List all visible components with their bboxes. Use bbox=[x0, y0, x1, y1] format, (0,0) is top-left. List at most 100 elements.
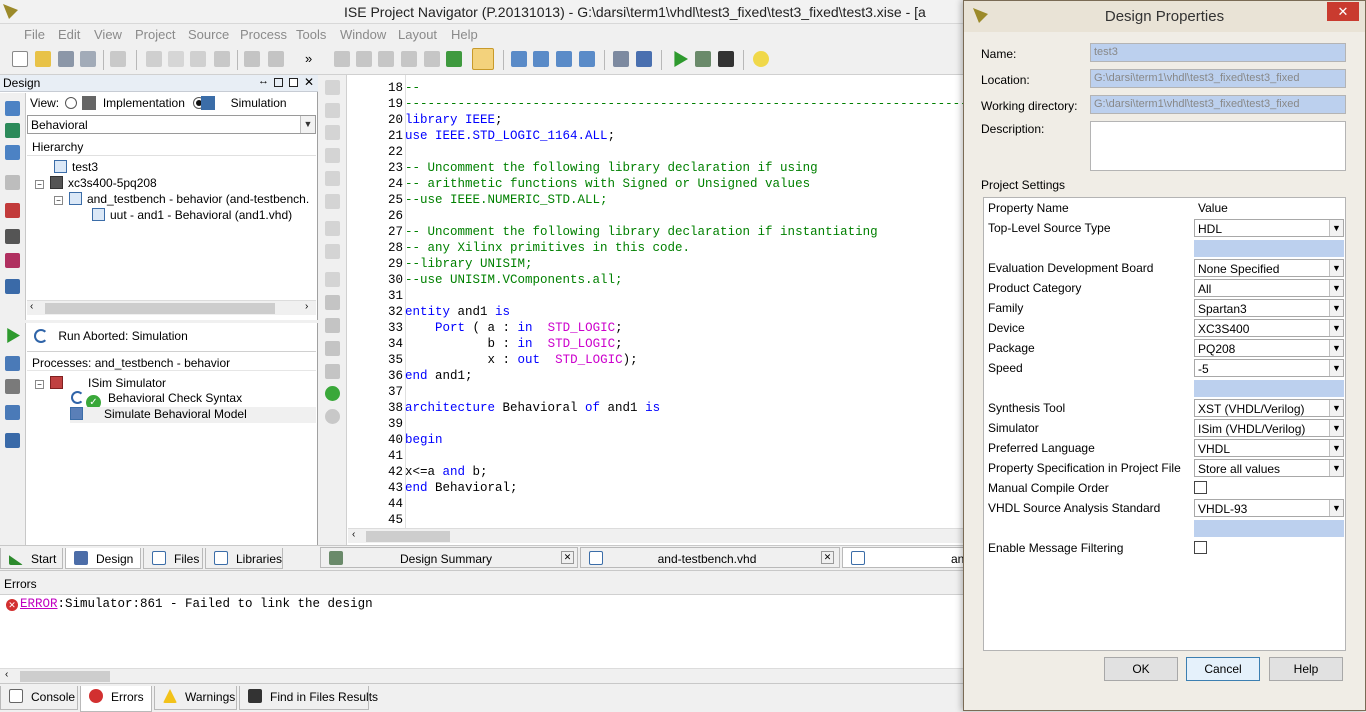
editor-tool-icon[interactable] bbox=[325, 125, 340, 140]
chevron-down-icon[interactable]: ▼ bbox=[1329, 300, 1343, 316]
tools-icon[interactable] bbox=[325, 318, 340, 333]
zoom-in-icon[interactable] bbox=[334, 51, 350, 67]
property-value-empty[interactable] bbox=[1194, 240, 1344, 257]
property-checkbox[interactable] bbox=[1194, 481, 1207, 494]
save-icon[interactable] bbox=[58, 51, 74, 67]
menu-source[interactable]: Source bbox=[188, 27, 229, 42]
property-value-empty[interactable] bbox=[1194, 520, 1344, 537]
chevron-down-icon[interactable]: ▼ bbox=[1329, 260, 1343, 276]
properties-icon[interactable] bbox=[613, 51, 629, 67]
menu-project[interactable]: Project bbox=[135, 27, 175, 42]
chevron-down-icon[interactable]: ▼ bbox=[1329, 220, 1343, 236]
menu-file[interactable]: File bbox=[24, 27, 45, 42]
tools-icon[interactable] bbox=[325, 295, 340, 310]
editor-tool-icon[interactable] bbox=[325, 148, 340, 163]
hierarchy-icon[interactable] bbox=[5, 175, 20, 190]
tab-libraries[interactable]: Libraries bbox=[205, 548, 283, 569]
property-value-combo[interactable]: XST (VHDL/Verilog) ▼ bbox=[1194, 399, 1344, 417]
description-field[interactable] bbox=[1090, 121, 1346, 171]
menu-tools[interactable]: Tools bbox=[296, 27, 326, 42]
process-icon[interactable] bbox=[5, 379, 20, 394]
editor-tool-icon[interactable] bbox=[325, 194, 340, 209]
add-copy-icon[interactable] bbox=[5, 145, 20, 160]
window-icon[interactable] bbox=[579, 51, 595, 67]
scroll-thumb[interactable] bbox=[366, 531, 450, 542]
copy-icon[interactable] bbox=[168, 51, 184, 67]
paste-icon[interactable] bbox=[190, 51, 206, 67]
help-button[interactable]: Help bbox=[1269, 657, 1343, 681]
save-all-icon[interactable] bbox=[80, 51, 96, 67]
tab-design[interactable]: Design bbox=[65, 548, 141, 569]
tab-and1[interactable]: an bbox=[842, 547, 965, 568]
lightbulb-icon[interactable] bbox=[753, 51, 769, 67]
property-row[interactable]: Family Spartan3 ▼ bbox=[984, 298, 1345, 318]
name-field[interactable]: test3 bbox=[1090, 43, 1346, 62]
help-cursor-icon[interactable] bbox=[636, 51, 652, 67]
property-row[interactable]: Package PQ208 ▼ bbox=[984, 338, 1345, 358]
errors-hscrollbar[interactable]: ‹ bbox=[0, 668, 965, 683]
collapse-icon[interactable]: − bbox=[35, 380, 44, 389]
open-folder-icon[interactable] bbox=[35, 51, 51, 67]
property-row[interactable]: Top-Level Source Type HDL ▼ bbox=[984, 218, 1345, 238]
editor-tool-icon[interactable] bbox=[325, 272, 340, 287]
property-value-combo[interactable]: VHDL-93 ▼ bbox=[1194, 499, 1344, 517]
property-value-combo[interactable]: Store all values ▼ bbox=[1194, 459, 1344, 477]
scroll-left-icon[interactable]: ‹ bbox=[30, 301, 33, 312]
scroll-left-icon[interactable]: ‹ bbox=[352, 529, 355, 540]
tab-design-summary[interactable]: Design Summary ✕ bbox=[320, 547, 578, 568]
cascade-windows-icon[interactable] bbox=[511, 51, 527, 67]
chevron-down-icon[interactable]: ▼ bbox=[1329, 340, 1343, 356]
property-value-empty[interactable] bbox=[1194, 380, 1344, 397]
hierarchy-hscrollbar[interactable]: ‹ › bbox=[27, 300, 316, 315]
panel-icon[interactable] bbox=[5, 279, 20, 294]
chevron-down-icon[interactable]: ▼ bbox=[1329, 500, 1343, 516]
toolbar-overflow-icon[interactable]: » bbox=[305, 51, 312, 66]
panel-close-icon[interactable]: ✕ bbox=[304, 75, 314, 89]
cancel-button[interactable]: Cancel bbox=[1186, 657, 1260, 681]
new-file-icon[interactable] bbox=[12, 51, 28, 67]
location-field[interactable]: G:\darsi\term1\vhdl\test3_fixed\test3_fi… bbox=[1090, 69, 1346, 88]
chip-icon[interactable] bbox=[5, 229, 20, 244]
view-properties-icon[interactable] bbox=[5, 101, 20, 116]
editor-tool-icon[interactable] bbox=[325, 244, 340, 259]
process-isim[interactable]: − ISim Simulator bbox=[35, 376, 166, 390]
chevron-down-icon[interactable]: ▼ bbox=[1329, 420, 1343, 436]
chevron-down-icon[interactable]: ▼ bbox=[300, 116, 315, 133]
property-value-combo[interactable]: -5 ▼ bbox=[1194, 359, 1344, 377]
tile-vertical-icon[interactable] bbox=[556, 51, 572, 67]
forward-arrow-icon[interactable] bbox=[325, 409, 340, 424]
sigma-icon[interactable] bbox=[695, 51, 711, 67]
simulation-label[interactable]: Simulation bbox=[231, 96, 287, 110]
tab-start[interactable]: Start bbox=[0, 548, 63, 569]
menu-view[interactable]: View bbox=[94, 27, 122, 42]
run-process-icon[interactable] bbox=[7, 328, 20, 343]
error-link[interactable]: ERROR bbox=[20, 597, 58, 611]
tree-item-device[interactable]: − xc3s400-5pq208 bbox=[35, 176, 157, 190]
chevron-down-icon[interactable]: ▼ bbox=[1329, 360, 1343, 376]
property-row[interactable]: Simulator ISim (VHDL/Verilog) ▼ bbox=[984, 418, 1345, 438]
editor-tool-icon[interactable] bbox=[325, 221, 340, 236]
property-row[interactable]: Preferred Language VHDL ▼ bbox=[984, 438, 1345, 458]
tools-icon[interactable] bbox=[325, 364, 340, 379]
scroll-thumb[interactable] bbox=[45, 303, 275, 314]
chevron-down-icon[interactable]: ▼ bbox=[1329, 320, 1343, 336]
scroll-right-icon[interactable]: › bbox=[305, 301, 308, 312]
open-file-icon[interactable] bbox=[5, 203, 20, 218]
dialog-close-button[interactable]: ✕ bbox=[1327, 2, 1359, 21]
menu-layout[interactable]: Layout bbox=[398, 27, 437, 42]
add-source-icon[interactable] bbox=[5, 123, 20, 138]
property-row[interactable] bbox=[984, 238, 1345, 258]
panel-restore-icon[interactable] bbox=[289, 78, 298, 87]
implementation-label[interactable]: Implementation bbox=[103, 96, 185, 110]
error-row[interactable]: ✕ ERROR:Simulator:861 - Failed to link th… bbox=[6, 597, 373, 611]
scroll-thumb[interactable] bbox=[20, 671, 110, 682]
zoom-out-icon[interactable] bbox=[356, 51, 372, 67]
menu-window[interactable]: Window bbox=[340, 27, 386, 42]
tools-icon[interactable] bbox=[325, 341, 340, 356]
print-icon[interactable] bbox=[110, 51, 126, 67]
property-value-combo[interactable]: ISim (VHDL/Verilog) ▼ bbox=[1194, 419, 1344, 437]
process-icon[interactable] bbox=[5, 405, 20, 420]
zoom-fit-icon[interactable] bbox=[401, 51, 417, 67]
zoom-area-icon[interactable] bbox=[424, 51, 440, 67]
property-value-combo[interactable]: VHDL ▼ bbox=[1194, 439, 1344, 457]
